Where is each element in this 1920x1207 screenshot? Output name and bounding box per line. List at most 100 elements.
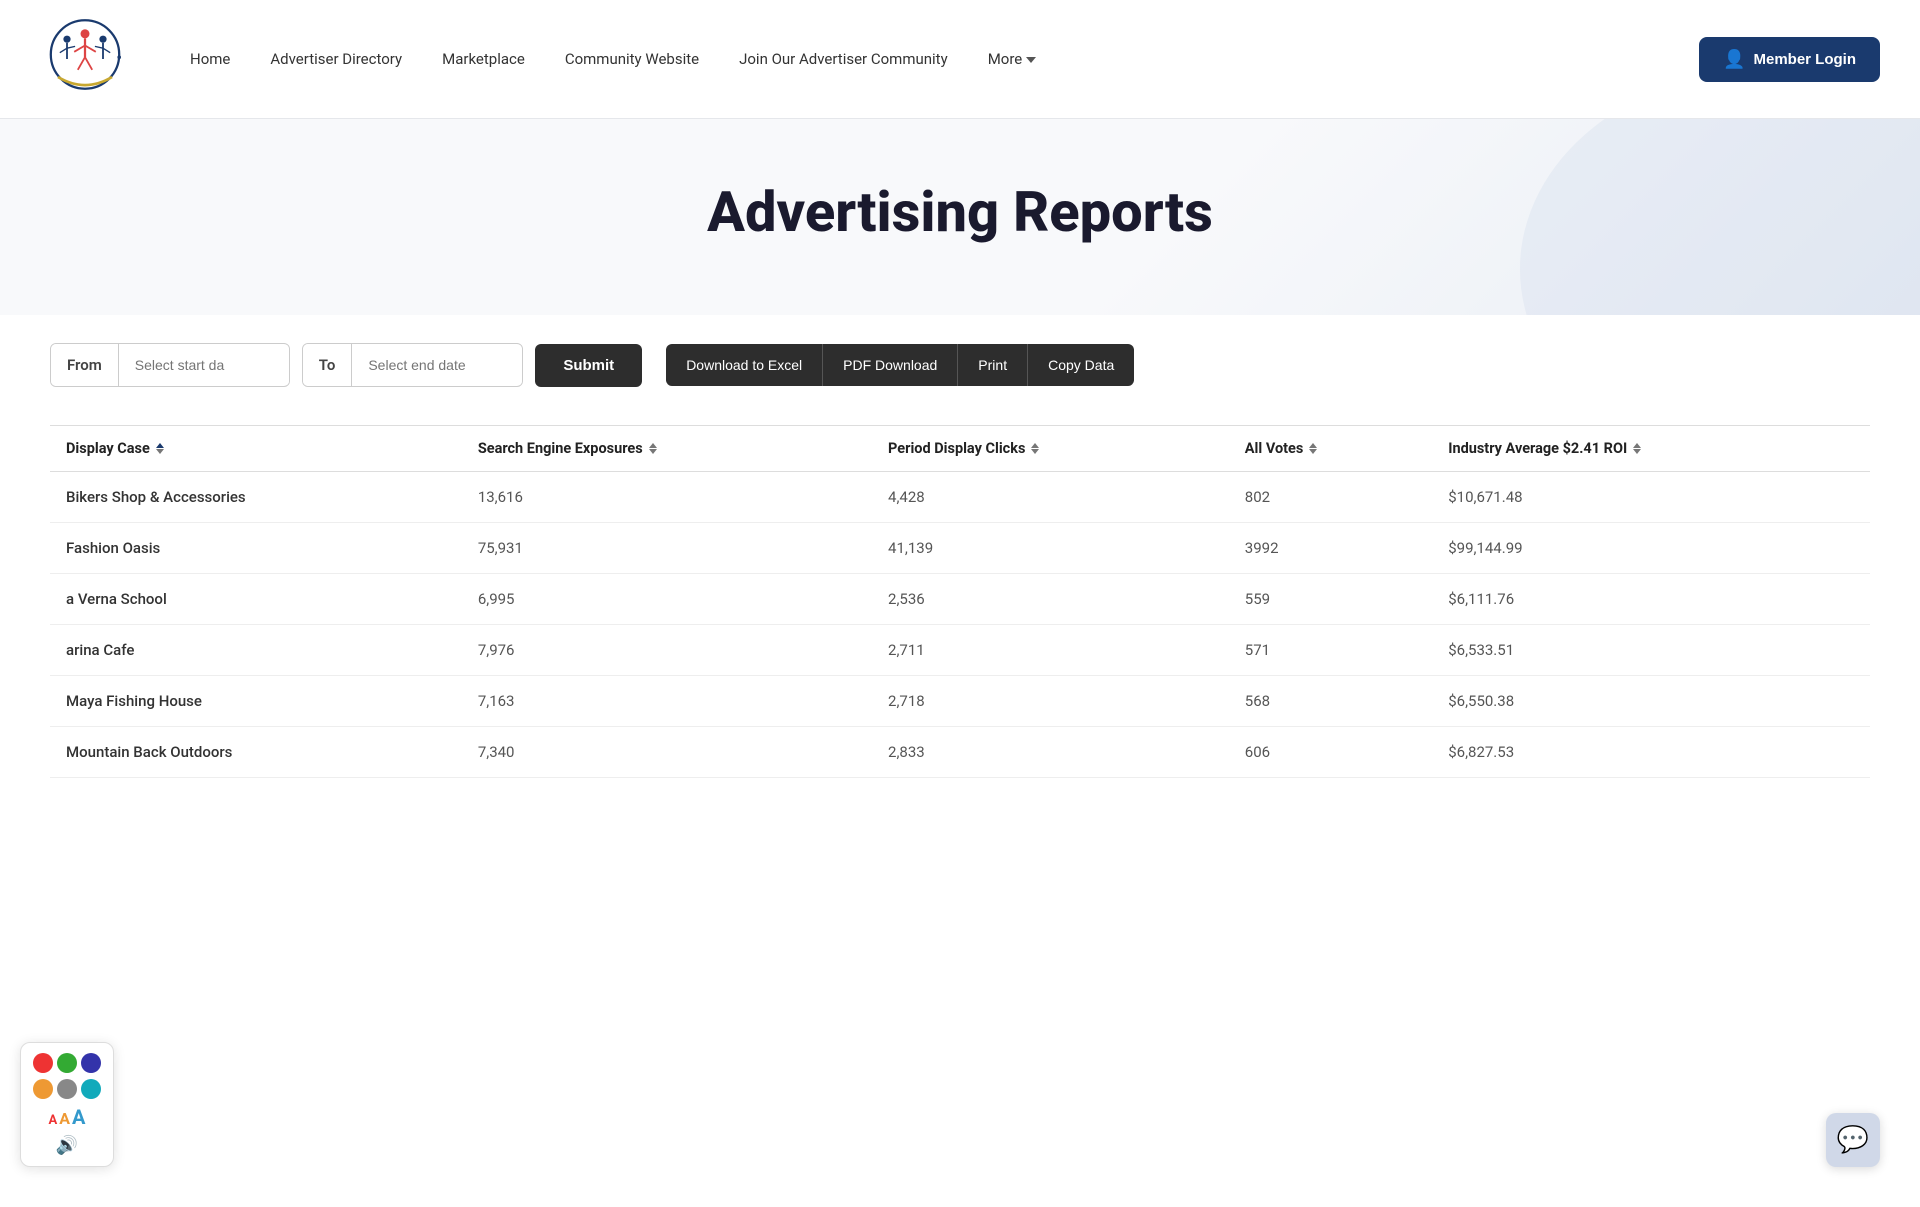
from-date-group: From <box>50 343 290 387</box>
print-button[interactable]: Print <box>957 344 1027 386</box>
site-header: Home Advertiser Directory Marketplace Co… <box>0 0 1920 119</box>
flag-red <box>33 1053 53 1073</box>
table-body: Bikers Shop & Accessories13,6164,428802$… <box>50 472 1870 778</box>
nav-item-marketplace[interactable]: Marketplace <box>422 42 545 76</box>
sort-icon-all-votes <box>1309 443 1317 454</box>
th-period-display-clicks[interactable]: Period Display Clicks <box>872 426 1229 472</box>
table-cell: 2,833 <box>872 727 1229 778</box>
table-cell: Bikers Shop & Accessories <box>50 472 462 523</box>
submit-button[interactable]: Submit <box>535 344 642 387</box>
sort-icon-roi <box>1633 443 1641 454</box>
text-size-small[interactable]: A <box>49 1113 58 1128</box>
nav-item-more[interactable]: More <box>968 42 1057 76</box>
table-cell: 3992 <box>1229 523 1432 574</box>
to-date-group: To <box>302 343 524 387</box>
text-size-large[interactable]: A <box>72 1105 85 1129</box>
table-cell: Mountain Back Outdoors <box>50 727 462 778</box>
pdf-download-button[interactable]: PDF Download <box>822 344 957 386</box>
table-cell: 75,931 <box>462 523 872 574</box>
logo[interactable] <box>40 14 130 104</box>
table-header: Display Case Search Engine Exposures <box>50 426 1870 472</box>
sort-up-icon <box>649 443 657 448</box>
main-nav: Home Advertiser Directory Marketplace Co… <box>170 42 1699 76</box>
table-row: Fashion Oasis75,93141,1393992$99,144.99 <box>50 523 1870 574</box>
sort-up-icon <box>1309 443 1317 448</box>
copy-data-button[interactable]: Copy Data <box>1027 344 1134 386</box>
action-buttons-group: Download to Excel PDF Download Print Cop… <box>666 344 1134 386</box>
nav-item-community-website[interactable]: Community Website <box>545 42 719 76</box>
th-all-votes[interactable]: All Votes <box>1229 426 1432 472</box>
text-size-medium[interactable]: A <box>59 1109 70 1128</box>
table-cell: 571 <box>1229 625 1432 676</box>
table-cell: $10,671.48 <box>1432 472 1870 523</box>
table-row: Mountain Back Outdoors7,3402,833606$6,82… <box>50 727 1870 778</box>
table-cell: Maya Fishing House <box>50 676 462 727</box>
table-cell: $6,827.53 <box>1432 727 1870 778</box>
table-cell: $6,550.38 <box>1432 676 1870 727</box>
table-section: Display Case Search Engine Exposures <box>0 415 1920 818</box>
table-cell: 568 <box>1229 676 1432 727</box>
flag-blue <box>81 1053 101 1073</box>
to-date-input[interactable] <box>352 345 522 385</box>
th-search-engine-exposures[interactable]: Search Engine Exposures <box>462 426 872 472</box>
table-cell: 41,139 <box>872 523 1229 574</box>
table-cell: Fashion Oasis <box>50 523 462 574</box>
table-header-row: Display Case Search Engine Exposures <box>50 426 1870 472</box>
from-label: From <box>51 344 119 386</box>
sort-up-icon <box>1633 443 1641 448</box>
table-cell: 606 <box>1229 727 1432 778</box>
from-date-input[interactable] <box>119 345 289 385</box>
nav-item-advertiser-directory[interactable]: Advertiser Directory <box>250 42 422 76</box>
table-cell: 559 <box>1229 574 1432 625</box>
sort-up-icon <box>1031 443 1039 448</box>
sort-up-icon <box>156 443 164 448</box>
table-cell: 7,340 <box>462 727 872 778</box>
sort-icon-search-exposures <box>649 443 657 454</box>
table-cell: 2,718 <box>872 676 1229 727</box>
th-display-case[interactable]: Display Case <box>50 426 462 472</box>
table-cell: 802 <box>1229 472 1432 523</box>
sort-icon-display-case <box>156 443 164 454</box>
th-industry-average-roi[interactable]: Industry Average $2.41 ROI <box>1432 426 1870 472</box>
table-cell: 13,616 <box>462 472 872 523</box>
table-cell: arina Cafe <box>50 625 462 676</box>
table-row: Maya Fishing House7,1632,718568$6,550.38 <box>50 676 1870 727</box>
table-cell: 2,711 <box>872 625 1229 676</box>
member-login-button[interactable]: 👤 Member Login <box>1699 37 1880 82</box>
accessibility-widget[interactable]: A A A 🔊 <box>20 1042 114 1167</box>
sort-down-icon <box>1309 449 1317 454</box>
member-icon: 👤 <box>1723 49 1745 70</box>
filter-bar: From To Submit Download to Excel PDF Dow… <box>0 315 1920 415</box>
table-row: arina Cafe7,9762,711571$6,533.51 <box>50 625 1870 676</box>
nav-item-join-advertiser-community[interactable]: Join Our Advertiser Community <box>719 42 968 76</box>
sort-down-icon <box>1031 449 1039 454</box>
table-cell: $99,144.99 <box>1432 523 1870 574</box>
chat-button[interactable]: 💬 <box>1826 1113 1880 1167</box>
sort-down-icon <box>1633 449 1641 454</box>
nav-item-home[interactable]: Home <box>170 42 250 76</box>
table-cell: 2,536 <box>872 574 1229 625</box>
flag-row <box>33 1053 101 1073</box>
page-title: Advertising Reports <box>40 179 1880 245</box>
hero-section: Advertising Reports <box>0 119 1920 315</box>
table-cell: 7,976 <box>462 625 872 676</box>
sort-icon-display-clicks <box>1031 443 1039 454</box>
flag-row-2 <box>33 1079 101 1099</box>
flag-green <box>57 1053 77 1073</box>
flag-orange <box>33 1079 53 1099</box>
logo-image <box>40 14 130 104</box>
to-label: To <box>303 344 353 386</box>
download-excel-button[interactable]: Download to Excel <box>666 344 822 386</box>
table-cell: 6,995 <box>462 574 872 625</box>
report-table: Display Case Search Engine Exposures <box>50 425 1870 778</box>
sort-down-icon <box>649 449 657 454</box>
table-row: Bikers Shop & Accessories13,6164,428802$… <box>50 472 1870 523</box>
table-cell: a Verna School <box>50 574 462 625</box>
table-cell: 4,428 <box>872 472 1229 523</box>
table-cell: $6,533.51 <box>1432 625 1870 676</box>
chevron-down-icon <box>1026 57 1036 63</box>
speaker-button[interactable]: 🔊 <box>56 1135 78 1156</box>
table-cell: $6,111.76 <box>1432 574 1870 625</box>
text-size-controls[interactable]: A A A <box>49 1105 86 1129</box>
flag-teal <box>81 1079 101 1099</box>
